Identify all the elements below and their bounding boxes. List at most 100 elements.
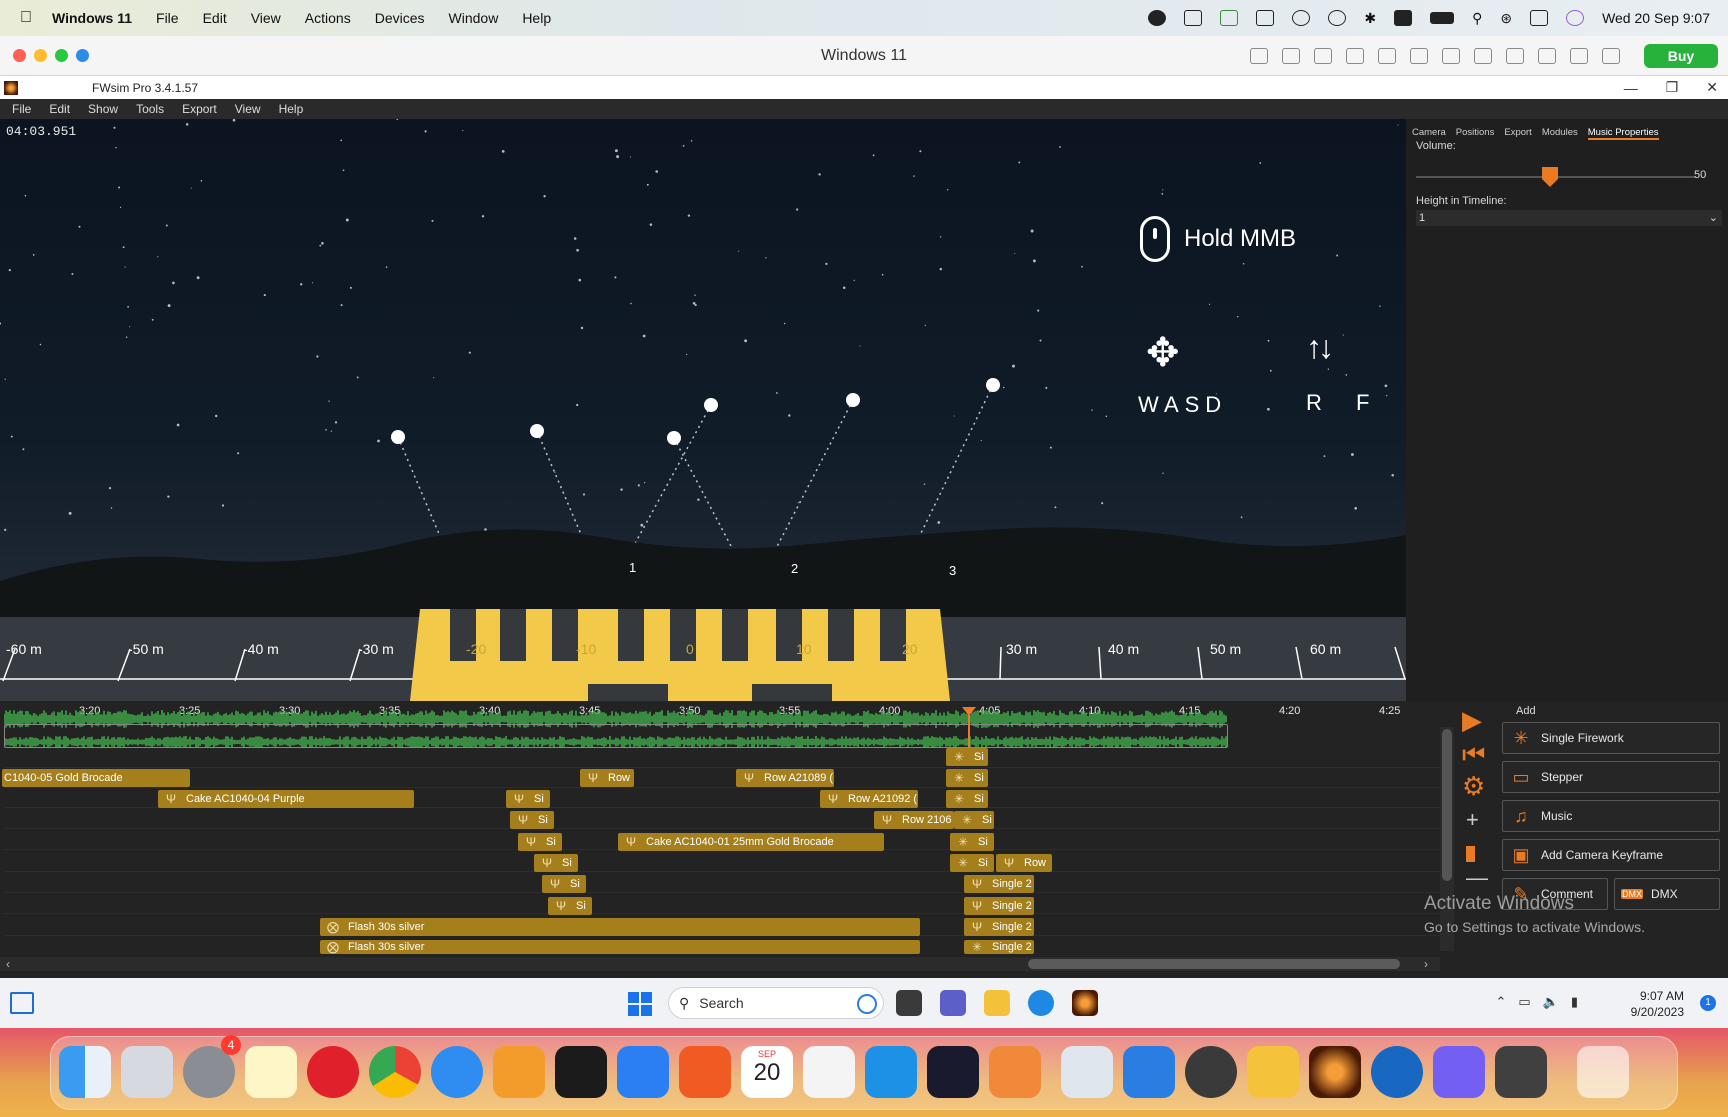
menubar-app-name[interactable]: Windows 11 [52, 10, 132, 26]
add-camera-keyframe-button[interactable]: ▣ Add Camera Keyframe [1502, 839, 1720, 871]
minimize-window-button[interactable] [34, 49, 47, 62]
add-stepper-button[interactable]: ▭ Stepper [1502, 761, 1720, 793]
window-state-icon[interactable] [76, 49, 89, 62]
timeline-event[interactable]: Ψ Si [542, 875, 586, 893]
rewind-icon[interactable]: ⏮ [1462, 741, 1485, 767]
launchpad-icon[interactable] [121, 1046, 173, 1098]
apple-icon[interactable]:  [0, 9, 52, 27]
menubar-edit[interactable]: Edit [203, 10, 227, 26]
phpstorm-icon[interactable] [927, 1046, 979, 1098]
terminal-icon[interactable] [555, 1046, 607, 1098]
tab-camera[interactable]: Camera [1412, 127, 1446, 140]
display-icon[interactable]: ▭ [1518, 994, 1530, 1010]
cpu-icon[interactable] [1282, 48, 1300, 64]
timeline-event[interactable]: Ψ Si [510, 811, 554, 829]
slack-icon[interactable] [803, 1046, 855, 1098]
timeline-event[interactable]: Ψ Si [534, 854, 578, 872]
vertical-scroll-thumb[interactable] [1442, 729, 1452, 881]
menubar-devices[interactable]: Devices [375, 10, 425, 26]
chat-icon[interactable] [940, 990, 966, 1016]
gear-icon[interactable] [1602, 48, 1620, 64]
horizontal-scrollbar[interactable]: ‹ › [0, 957, 1440, 971]
timeline-event[interactable]: C1040-05 Gold Brocade [2, 769, 190, 787]
timeline-event[interactable]: ✳ Si [946, 748, 988, 766]
menubar-actions[interactable]: Actions [305, 10, 351, 26]
buy-button[interactable]: Buy [1644, 44, 1718, 68]
scroll-right-icon[interactable]: › [1424, 957, 1428, 971]
height-in-timeline-select[interactable]: 1 ⌄ [1416, 210, 1722, 226]
cloud-app-icon[interactable] [989, 1046, 1041, 1098]
bluetooth-icon[interactable]: ✱ [1364, 10, 1376, 27]
siri-icon[interactable] [1566, 10, 1585, 26]
battery-icon[interactable] [1430, 12, 1455, 24]
menu-show[interactable]: Show [88, 102, 118, 116]
restore-icon[interactable]: ❐ [1666, 79, 1679, 96]
timeline-event[interactable]: Ψ Si [506, 790, 550, 808]
timeline-event[interactable]: ⨂ Flash 30s silver [320, 940, 920, 954]
notes-icon[interactable] [245, 1046, 297, 1098]
edge-icon[interactable] [1028, 990, 1054, 1016]
opera-icon[interactable] [307, 1046, 359, 1098]
3d-viewport[interactable]: 04:03.951 Hold MMB ✥ ↑↓ WASD R F 1 2 3 -… [0, 119, 1406, 701]
timeline-event[interactable]: ✳ Si [946, 790, 988, 808]
folder-icon[interactable] [1247, 1046, 1299, 1098]
menu-file[interactable]: File [12, 102, 31, 116]
timeline-event[interactable]: ✳ Si [950, 833, 994, 851]
chevron-up-icon[interactable]: ⌃ [1495, 994, 1506, 1010]
timeline-event[interactable]: Ψ Row A21089 ( [736, 769, 834, 787]
timeline-event[interactable]: Ψ Row A21092 ( [820, 790, 918, 808]
windows-11-icon[interactable] [1123, 1046, 1175, 1098]
screen-icon[interactable] [1256, 10, 1275, 26]
battery-icon[interactable]: ▮ [1571, 994, 1578, 1010]
close-icon[interactable]: ✕ [1706, 79, 1718, 96]
shared-folder-icon[interactable] [1538, 48, 1556, 64]
timeline-event[interactable]: Ψ Cake AC1040-04 Purple [158, 790, 414, 808]
usb-icon[interactable] [1314, 48, 1332, 64]
menubar-view[interactable]: View [251, 10, 281, 26]
timeline-event[interactable]: ✳ Single 2 [964, 940, 1034, 954]
surfshark-icon[interactable] [1371, 1046, 1423, 1098]
network-off-icon[interactable] [1346, 48, 1364, 64]
calendar-icon[interactable]: SEP 20 [741, 1046, 793, 1098]
timeline-event[interactable]: Ψ Si [518, 833, 562, 851]
menu-export[interactable]: Export [182, 102, 217, 116]
calculator-icon[interactable] [1495, 1046, 1547, 1098]
taskbar-search[interactable]: ⚲ Search [668, 987, 884, 1019]
tab-positions[interactable]: Positions [1456, 127, 1495, 140]
app-store-icon[interactable] [617, 1046, 669, 1098]
play-icon[interactable]: ▶ [1462, 707, 1482, 733]
music-clip[interactable] [4, 724, 1228, 748]
fwsim-icon[interactable] [1309, 1046, 1361, 1098]
menu-help[interactable]: Help [279, 102, 304, 116]
add-single-firework-button[interactable]: ✳ Single Firework [1502, 722, 1720, 754]
timeline-event[interactable]: Ψ Cake AC1040-01 25mm Gold Brocade [618, 833, 884, 851]
vertical-scrollbar[interactable] [1440, 727, 1454, 951]
zoom-window-button[interactable] [55, 49, 68, 62]
keyboard-a-icon[interactable] [1394, 10, 1413, 26]
viber-icon[interactable] [1433, 1046, 1485, 1098]
tab-modules[interactable]: Modules [1542, 127, 1578, 140]
menubar-file[interactable]: File [156, 10, 179, 26]
timeline-event[interactable]: Ψ Si [548, 897, 592, 915]
menubar-help[interactable]: Help [522, 10, 551, 26]
timeline-event[interactable]: Ψ Row [996, 854, 1052, 872]
globe-icon[interactable] [1378, 48, 1396, 64]
widgets-icon[interactable] [10, 992, 34, 1014]
finder-icon[interactable] [59, 1046, 111, 1098]
timeline-event[interactable]: Ψ Row [580, 769, 634, 787]
cloud-icon[interactable] [1292, 10, 1311, 26]
volume-icon[interactable]: 🔈 [1543, 994, 1559, 1010]
search-icon[interactable]: ⚲ [1472, 10, 1482, 27]
horizontal-scroll-thumb[interactable] [1028, 959, 1400, 969]
keyboard-icon[interactable] [1250, 48, 1268, 64]
timeline-event[interactable]: ✳ Si [946, 769, 988, 787]
a-icon[interactable] [1184, 10, 1203, 26]
timeline[interactable]: 3:20 3:25 3:30 3:35 3:40 3:45 3:50 3:55 … [0, 701, 1728, 978]
file-explorer-icon[interactable] [984, 990, 1010, 1016]
notification-badge[interactable]: 1 [1700, 995, 1716, 1011]
timeline-event[interactable]: Ψ Row 2106 [874, 811, 954, 829]
tab-music-properties[interactable]: Music Properties [1587, 127, 1659, 140]
menubar-datetime[interactable]: Wed 20 Sep 9:07 [1602, 10, 1710, 26]
timeline-event[interactable]: ⨂ Flash 30s silver [320, 918, 920, 936]
download-icon[interactable] [1220, 10, 1239, 26]
